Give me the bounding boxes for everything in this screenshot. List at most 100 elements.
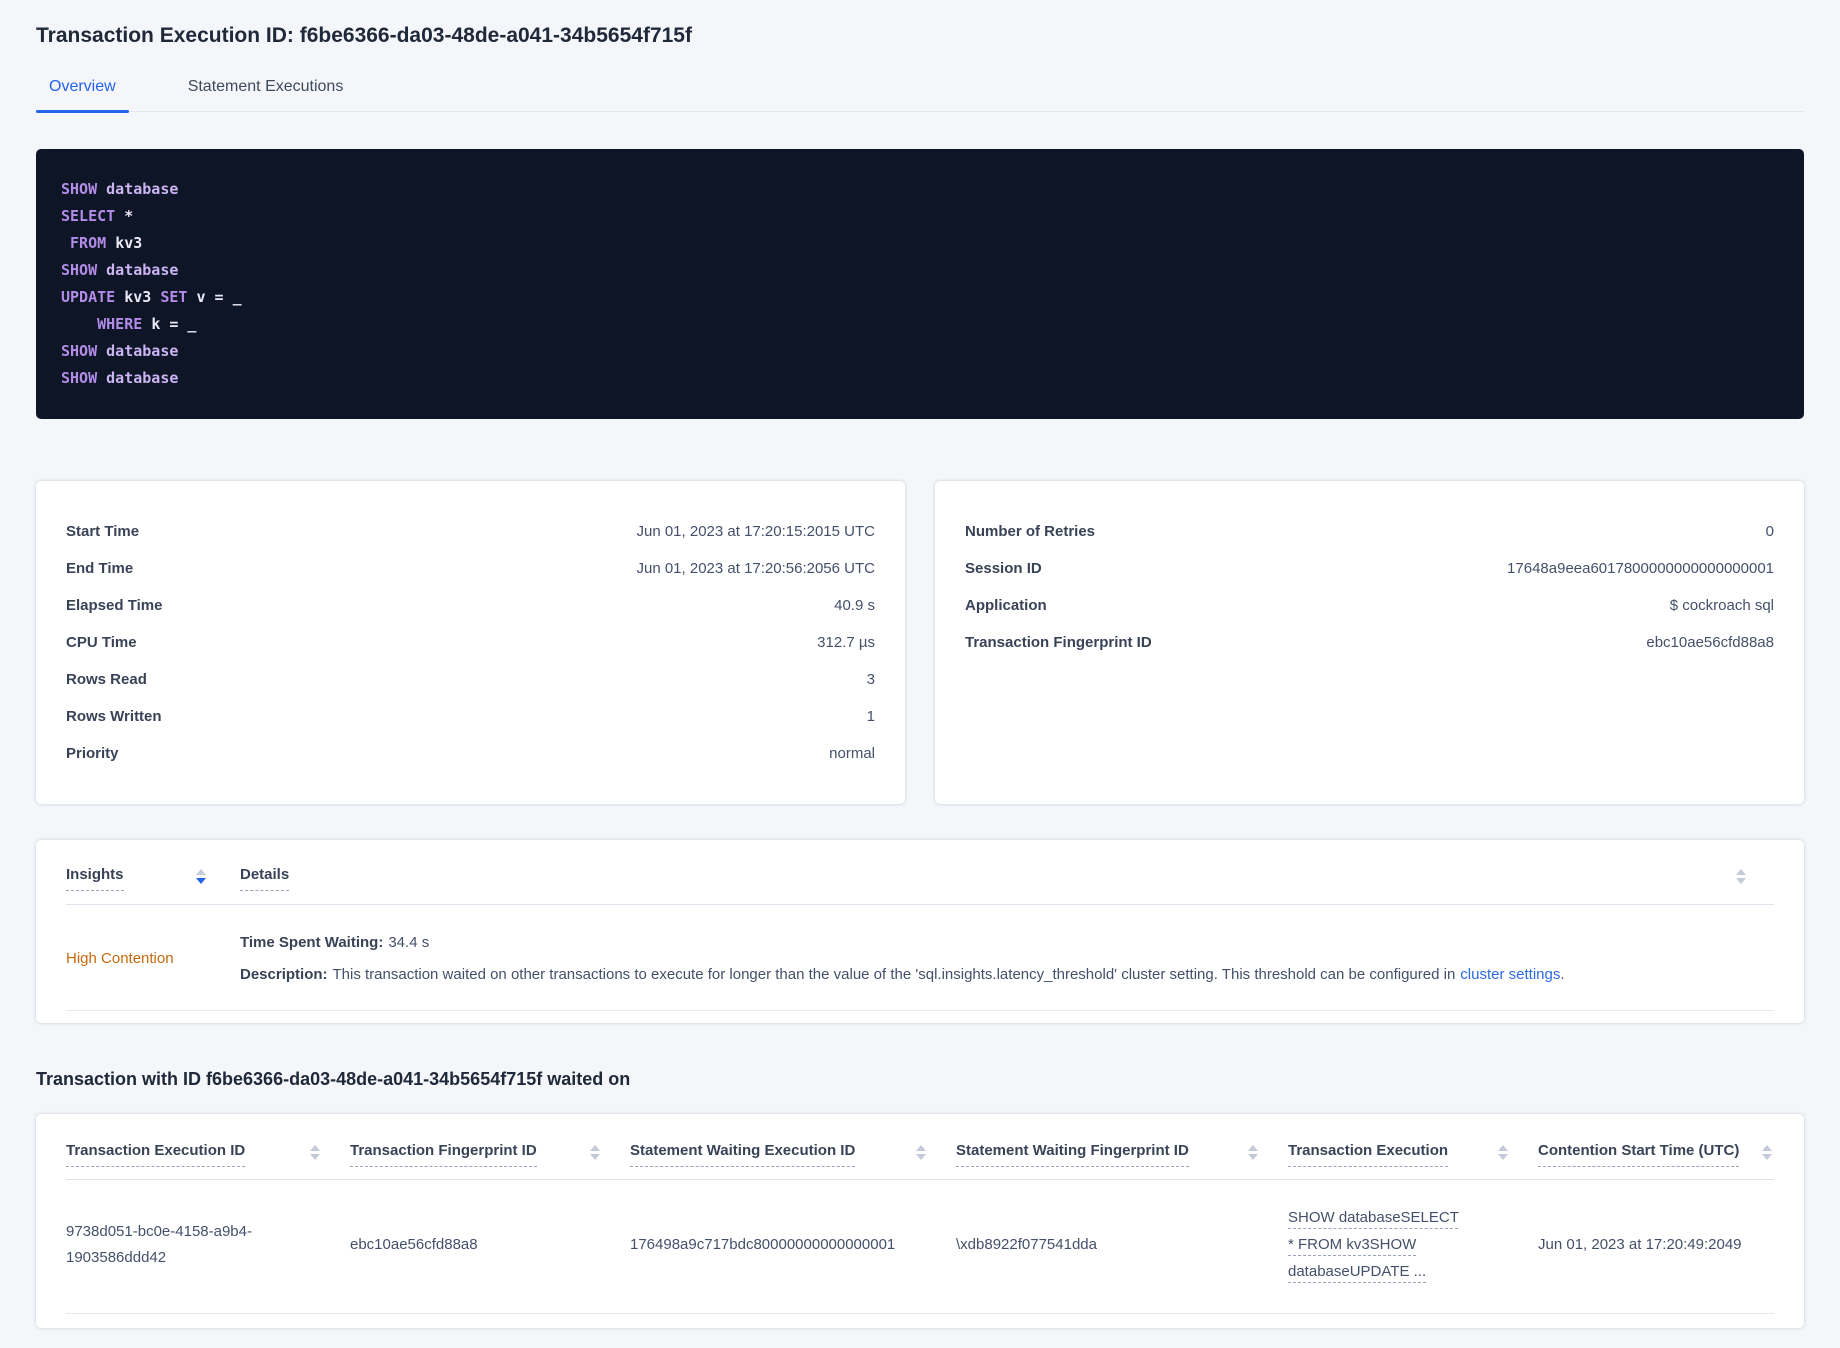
summary-value: normal <box>829 745 875 762</box>
summary-row: Rows Read 3 <box>66 661 875 698</box>
time-spent-waiting-line: Time Spent Waiting: 34.4 s <box>240 932 1565 953</box>
summary-value: 40.9 s <box>834 597 875 614</box>
sort-arrows-icon[interactable] <box>196 866 206 884</box>
sort-arrows-icon[interactable] <box>916 1142 926 1160</box>
cell-transaction-fingerprint-id: ebc10ae56cfd88a8 <box>350 1235 478 1253</box>
summary-value: 312.7 µs <box>817 634 875 651</box>
insights-card: Insights Details High Contention Time Sp… <box>36 840 1804 1023</box>
sort-down-icon <box>1498 1154 1508 1160</box>
column-header-contention-start-time[interactable]: Contention Start Time (UTC) <box>1538 1142 1774 1167</box>
sql-line-8: SHOW database <box>61 365 1779 392</box>
sort-arrows-icon[interactable] <box>310 1142 320 1160</box>
summary-row: Number of Retries 0 <box>965 513 1774 550</box>
sort-down-icon <box>196 878 206 884</box>
sql-keyword: SHOW <box>61 369 107 387</box>
sort-up-icon <box>916 1145 926 1151</box>
waited-table-row: 9738d051-bc0e-4158-a9b4-1903586ddd42 ebc… <box>66 1180 1774 1314</box>
sort-arrows-icon[interactable] <box>590 1142 600 1160</box>
sql-keyword: SET <box>160 288 197 306</box>
sql-keyword: SHOW <box>61 342 107 360</box>
sort-down-icon <box>1248 1154 1258 1160</box>
tab-statement-executions-label: Statement Executions <box>187 78 344 95</box>
sql-text: kv3 <box>115 234 143 252</box>
sql-text: kv3 <box>124 288 161 306</box>
waiting-label: Time Spent Waiting: <box>240 934 384 951</box>
sort-arrows-icon[interactable] <box>1498 1142 1508 1160</box>
description-line: Description: This transaction waited on o… <box>240 964 1565 985</box>
tab-overview[interactable]: Overview <box>36 78 129 113</box>
cell-contention-start-time: Jun 01, 2023 at 17:20:49:2049 <box>1538 1235 1742 1253</box>
summary-label: Rows Written <box>66 708 162 725</box>
sql-line-1: SHOW database <box>61 176 1779 203</box>
sort-down-icon <box>916 1154 926 1160</box>
column-header-transaction-fingerprint-id[interactable]: Transaction Fingerprint ID <box>350 1142 630 1167</box>
summary-row: Session ID 17648a9eea6017800000000000000… <box>965 550 1774 587</box>
summary-label: Priority <box>66 745 119 762</box>
details-column-label[interactable]: Details <box>240 866 290 891</box>
summary-row: Elapsed Time 40.9 s <box>66 587 875 624</box>
sql-line-6: WHERE k = _ <box>61 311 1779 338</box>
description-label: Description: <box>240 966 328 983</box>
summary-label: CPU Time <box>66 634 137 651</box>
sql-text: * <box>124 207 134 225</box>
cluster-settings-link[interactable]: cluster settings <box>1460 966 1560 983</box>
insights-table-header: Insights Details <box>66 866 1774 905</box>
transaction-execution-link[interactable]: SHOW databaseSELECT * FROM kv3SHOW datab… <box>1288 1204 1466 1285</box>
summary-value: $ cockroach sql <box>1669 597 1774 614</box>
sql-keyword: SHOW <box>61 261 107 279</box>
transaction-fingerprint-link[interactable]: ebc10ae56cfd88a8 <box>1646 634 1774 651</box>
sql-keyword: database <box>106 342 179 360</box>
summary-label: Start Time <box>66 523 140 540</box>
insight-details: Time Spent Waiting: 34.4 s Description: Th… <box>240 932 1565 985</box>
cell-transaction-execution-id: 9738d051-bc0e-4158-a9b4-1903586ddd42 <box>66 1222 252 1266</box>
tab-bar: Overview Statement Executions <box>36 78 1804 113</box>
insight-type-badge: High Contention <box>66 950 174 967</box>
summary-label: Elapsed Time <box>66 597 163 614</box>
sql-keyword: database <box>106 369 179 387</box>
tab-statement-executions[interactable]: Statement Executions <box>175 78 357 111</box>
sql-keyword: SHOW <box>61 180 107 198</box>
summary-label: End Time <box>66 560 134 577</box>
summary-row: Priority normal <box>66 735 875 772</box>
column-header-transaction-execution[interactable]: Transaction Execution <box>1288 1142 1538 1167</box>
column-header-statement-waiting-execution-id[interactable]: Statement Waiting Execution ID <box>630 1142 956 1167</box>
sql-line-2: SELECT * <box>61 203 1779 230</box>
session-summary-card: Number of Retries 0 Session ID 17648a9ee… <box>935 481 1804 804</box>
sql-text: v = _ <box>196 288 242 306</box>
sort-up-icon <box>590 1145 600 1151</box>
summary-row: End Time Jun 01, 2023 at 17:20:56:2056 U… <box>66 550 875 587</box>
sort-arrows-icon[interactable] <box>1248 1142 1258 1160</box>
waiting-value: 34.4 s <box>388 934 430 951</box>
summary-label: Session ID <box>965 560 1042 577</box>
sort-arrows-icon[interactable] <box>1736 866 1746 884</box>
summary-row: CPU Time 312.7 µs <box>66 624 875 661</box>
sort-arrows-icon[interactable] <box>1762 1142 1772 1160</box>
sql-keyword: FROM <box>61 234 116 252</box>
cell-statement-waiting-execution-id: 176498a9c717bdc80000000000000001 <box>630 1235 896 1253</box>
sql-line-4: SHOW database <box>61 257 1779 284</box>
insights-column-label: Insights <box>66 866 124 891</box>
sql-text: k = _ <box>151 315 197 333</box>
summary-value: 3 <box>866 671 875 688</box>
waited-table-header: Transaction Execution ID Transaction Fin… <box>66 1142 1774 1180</box>
summary-row: Rows Written 1 <box>66 698 875 735</box>
insights-column-header[interactable]: Insights <box>66 866 240 891</box>
summary-label: Number of Retries <box>965 523 1096 540</box>
cell-statement-waiting-fingerprint-id: \xdb8922f077541dda <box>956 1235 1097 1253</box>
sql-keyword: database <box>106 180 179 198</box>
summary-row: Application $ cockroach sql <box>965 587 1774 624</box>
sort-up-icon <box>1736 869 1746 875</box>
summary-row: Start Time Jun 01, 2023 at 17:20:15:2015… <box>66 513 875 550</box>
sql-keyword: SELECT <box>61 207 125 225</box>
summary-label: Application <box>965 597 1047 614</box>
insight-row: High Contention Time Spent Waiting: 34.4 … <box>66 905 1774 1011</box>
sql-line-3: FROM kv3 <box>61 230 1779 257</box>
column-header-statement-waiting-fingerprint-id[interactable]: Statement Waiting Fingerprint ID <box>956 1142 1288 1167</box>
waited-on-table-card: Transaction Execution ID Transaction Fin… <box>36 1114 1804 1328</box>
tab-overview-label: Overview <box>49 78 116 95</box>
summary-row: Transaction Fingerprint ID ebc10ae56cfd8… <box>965 624 1774 661</box>
summary-value: Jun 01, 2023 at 17:20:15:2015 UTC <box>636 523 875 540</box>
execution-summary-card: Start Time Jun 01, 2023 at 17:20:15:2015… <box>36 481 905 804</box>
sort-down-icon <box>1736 878 1746 884</box>
column-header-transaction-execution-id[interactable]: Transaction Execution ID <box>66 1142 350 1167</box>
